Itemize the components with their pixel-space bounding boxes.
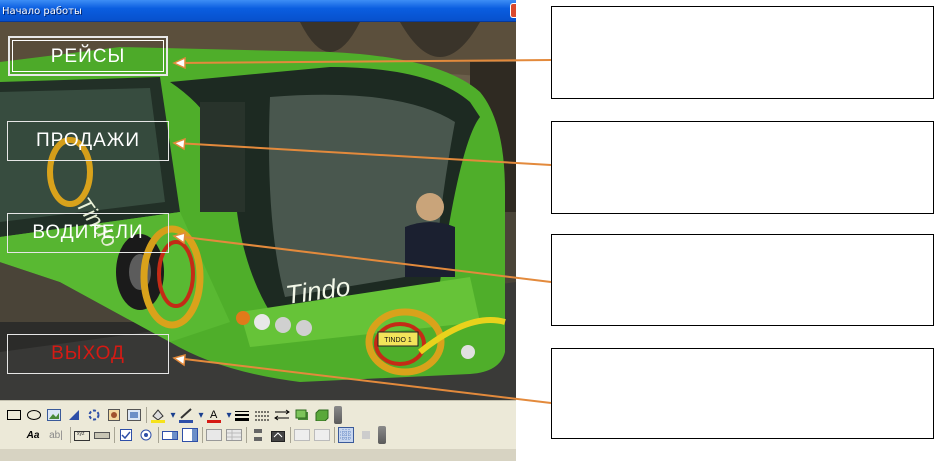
toolbox-toolbar: Aa ab| xyz bbox=[0, 424, 386, 446]
radio-button-icon[interactable] bbox=[138, 427, 154, 443]
fill-color-icon[interactable] bbox=[150, 407, 166, 423]
status-strip bbox=[0, 449, 516, 461]
table-icon[interactable] bbox=[226, 427, 242, 443]
more-controls-icon[interactable] bbox=[358, 427, 374, 443]
chevron-down-icon[interactable]: ▾ bbox=[226, 407, 232, 423]
access-form-window: Начало работы TINDO 1 Tindo Tindo РЕЙСЫ … bbox=[0, 0, 516, 461]
combo-box-icon[interactable] bbox=[162, 427, 178, 443]
option-group-icon[interactable]: xyz bbox=[74, 427, 90, 443]
image-icon[interactable] bbox=[46, 407, 62, 423]
page-break-icon[interactable] bbox=[250, 427, 266, 443]
toolbar-options-icon[interactable] bbox=[378, 426, 386, 444]
rotate-icon[interactable] bbox=[86, 407, 102, 423]
plate-text: TINDO 1 bbox=[384, 337, 412, 344]
svg-text:A: A bbox=[210, 409, 218, 421]
toolbar-separator bbox=[146, 407, 147, 423]
textbox-icon[interactable]: ab| bbox=[46, 427, 66, 443]
chevron-down-icon[interactable]: ▾ bbox=[170, 407, 176, 423]
window-title: Начало работы bbox=[2, 6, 82, 17]
callout-box-drivers bbox=[551, 234, 934, 326]
checkbox-icon[interactable] bbox=[118, 427, 134, 443]
drawing-toolbar-area: ▾ ▾ A ▾ Aa ab| xyz bbox=[0, 400, 516, 461]
photo-icon[interactable] bbox=[106, 407, 122, 423]
close-icon[interactable] bbox=[510, 3, 516, 18]
picture-frame-icon[interactable] bbox=[126, 407, 142, 423]
sales-button[interactable]: ПРОДАЖИ bbox=[7, 121, 169, 161]
chevron-down-icon[interactable]: ▾ bbox=[198, 407, 204, 423]
svg-text:xyz: xyz bbox=[77, 431, 85, 437]
slide: Начало работы TINDO 1 Tindo Tindo РЕЙСЫ … bbox=[0, 0, 934, 461]
grid-icon[interactable] bbox=[338, 427, 354, 443]
shadow-icon[interactable] bbox=[294, 407, 310, 423]
font-color-icon[interactable]: A bbox=[206, 407, 222, 423]
toolbar-separator bbox=[114, 427, 115, 443]
formatting-toolbar: ▾ ▾ A ▾ bbox=[0, 404, 342, 426]
tab-control-icon[interactable] bbox=[270, 427, 286, 443]
line-color-icon[interactable] bbox=[178, 407, 194, 423]
list-box-icon[interactable] bbox=[182, 427, 198, 443]
toolbar-separator bbox=[70, 427, 71, 443]
callout-box-exit bbox=[551, 348, 934, 439]
rectangle-icon[interactable] bbox=[6, 407, 22, 423]
drivers-button[interactable]: ВОДИТЕЛИ bbox=[7, 213, 169, 253]
flights-button[interactable]: РЕЙСЫ bbox=[8, 36, 168, 76]
toolbar-separator bbox=[246, 427, 247, 443]
style-label-icon[interactable]: Aa bbox=[24, 427, 42, 443]
toolbar-separator bbox=[334, 427, 335, 443]
subform-icon[interactable] bbox=[206, 427, 222, 443]
callout-box-flights bbox=[551, 6, 934, 99]
toolbar-options-icon[interactable] bbox=[334, 406, 342, 424]
ellipse-icon[interactable] bbox=[26, 407, 42, 423]
arrow-style-icon[interactable] bbox=[274, 407, 290, 423]
3d-icon[interactable] bbox=[314, 407, 330, 423]
callout-box-sales bbox=[551, 121, 934, 214]
window-titlebar[interactable]: Начало работы bbox=[0, 0, 516, 22]
hyperlink-icon[interactable] bbox=[66, 407, 82, 423]
toggle-button-icon[interactable] bbox=[94, 427, 110, 443]
toolbar-separator bbox=[158, 427, 159, 443]
line-style-icon[interactable] bbox=[254, 407, 270, 423]
unbound-object-icon[interactable] bbox=[294, 427, 310, 443]
exit-button[interactable]: ВЫХОД bbox=[7, 334, 169, 374]
bound-object-icon[interactable] bbox=[314, 427, 330, 443]
toolbar-separator bbox=[202, 427, 203, 443]
line-width-icon[interactable] bbox=[234, 407, 250, 423]
toolbar-separator bbox=[290, 427, 291, 443]
